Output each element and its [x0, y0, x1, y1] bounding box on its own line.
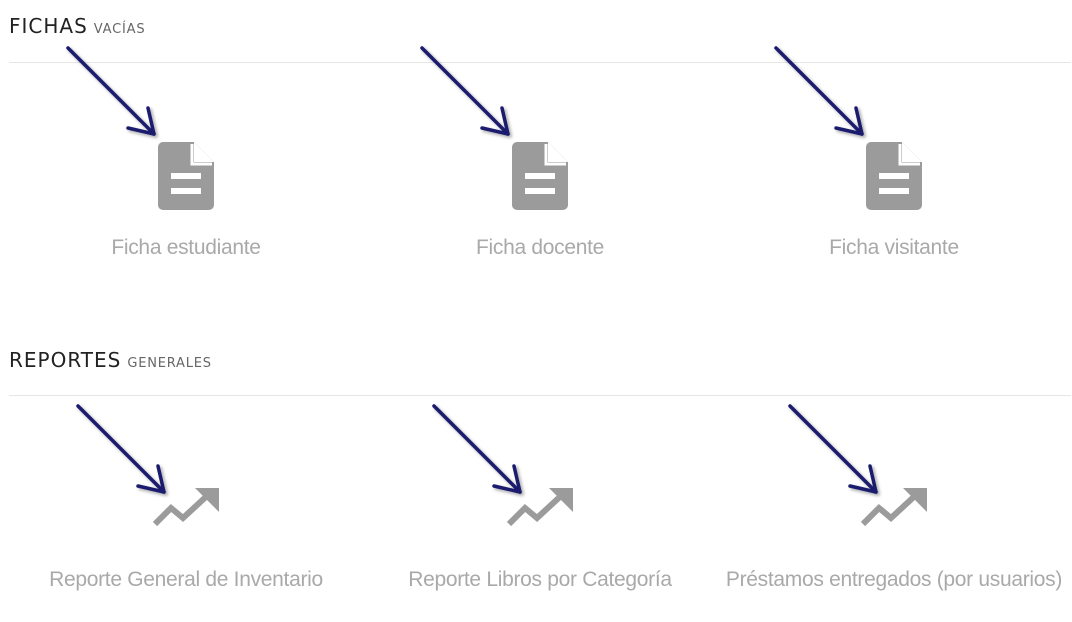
section-title-reportes-sub: GENERALES — [127, 356, 212, 371]
reporte-inventario-card[interactable]: Reporte General de Inventario — [9, 480, 363, 605]
reporte-libros-categoria-card[interactable]: Reporte Libros por Categoría — [363, 480, 717, 605]
section-title-reportes-main: REPORTES — [9, 348, 122, 372]
ficha-visitante-label[interactable]: Ficha visitante — [717, 236, 1071, 260]
prestamos-entregados-card[interactable]: Préstamos entregados (por usuarios) — [717, 480, 1071, 605]
ficha-estudiante-card[interactable]: Ficha estudiante — [9, 130, 363, 270]
section-title-reportes: REPORTES GENERALES — [9, 348, 212, 372]
document-icon — [158, 142, 214, 210]
section-title-fichas-main: FICHAS — [9, 14, 88, 38]
ficha-docente-card[interactable]: Ficha docente — [363, 130, 717, 270]
reporte-libros-categoria-label[interactable]: Reporte Libros por Categoría — [363, 568, 717, 592]
document-icon — [512, 142, 568, 210]
section-divider — [9, 62, 1071, 63]
section-title-fichas: FICHAS VACÍAS — [9, 14, 145, 38]
ficha-visitante-card[interactable]: Ficha visitante — [717, 130, 1071, 270]
section-divider — [9, 395, 1071, 396]
prestamos-entregados-label[interactable]: Préstamos entregados (por usuarios) — [717, 568, 1071, 592]
section-title-fichas-sub: VACÍAS — [93, 22, 146, 37]
reporte-inventario-label[interactable]: Reporte General de Inventario — [9, 568, 363, 592]
ficha-estudiante-label[interactable]: Ficha estudiante — [9, 236, 363, 260]
ficha-docente-label[interactable]: Ficha docente — [363, 236, 717, 260]
trending-up-icon — [860, 488, 927, 527]
trending-up-icon — [506, 488, 573, 527]
document-icon — [866, 142, 922, 210]
trending-up-icon — [152, 488, 219, 527]
